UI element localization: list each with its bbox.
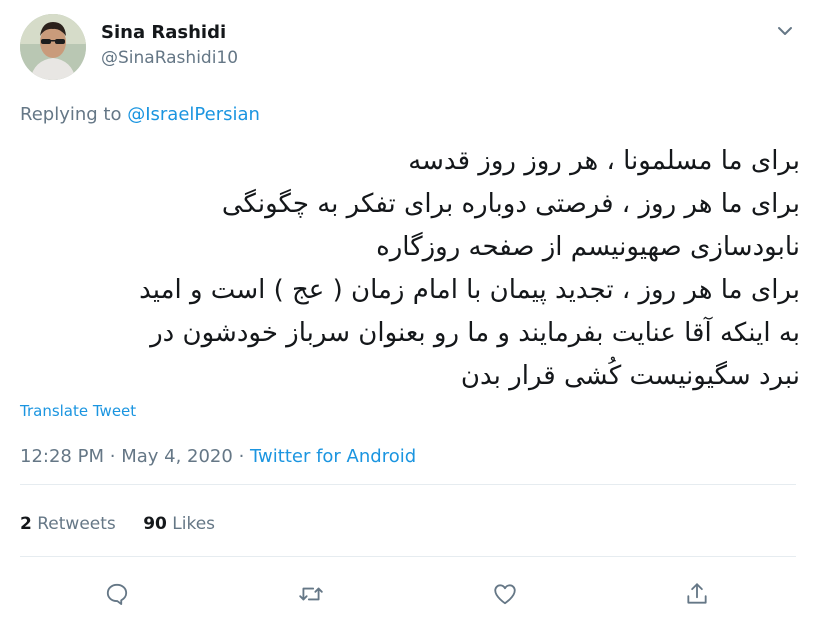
tweet-line: نبرد سگیونیست کُشی قرار بدن — [460, 361, 800, 391]
likes-label: Likes — [172, 514, 216, 534]
tweet-text: برای ما مسلمونا ، هر روز روز قدسه برای م… — [20, 140, 800, 398]
meta-separator: · — [109, 446, 116, 467]
tweet-line: برای ما مسلمونا ، هر روز روز قدسه — [408, 146, 800, 176]
replying-to-label: Replying to — [20, 104, 122, 125]
retweet-icon[interactable] — [295, 578, 327, 610]
divider — [20, 484, 796, 485]
reply-icon[interactable] — [101, 578, 133, 610]
tweet-line: برای ما هر روز ، تجدید پیمان با امام زما… — [139, 275, 800, 305]
reply-target-link[interactable]: @IsraelPersian — [127, 104, 260, 125]
retweets-label: Retweets — [37, 514, 116, 534]
tweet-line: برای ما هر روز ، فرصتی دوباره برای تفکر … — [221, 189, 800, 219]
tweet-line: به اینکه آقا عنایت بفرمایند و ما رو بعنو… — [150, 318, 800, 348]
translate-tweet-link[interactable]: Translate Tweet — [20, 402, 136, 420]
avatar[interactable] — [20, 14, 86, 80]
retweets-stat[interactable]: 2 Retweets — [20, 514, 116, 534]
like-icon[interactable] — [489, 578, 521, 610]
tweet-date[interactable]: May 4, 2020 — [121, 446, 233, 467]
retweets-count: 2 — [20, 514, 32, 534]
tweet-time[interactable]: 12:28 PM — [20, 446, 104, 467]
tweet-card: Sina Rashidi @SinaRashidi10 Replying to … — [0, 0, 816, 624]
tweet-line: نابودسازی صهیونیسم از صفحه روزگاره — [376, 232, 800, 262]
user-handle[interactable]: @SinaRashidi10 — [101, 48, 238, 68]
share-icon[interactable] — [681, 578, 713, 610]
tweet-meta: 12:28 PM · May 4, 2020 · Twitter for And… — [20, 446, 416, 467]
likes-stat[interactable]: 90 Likes — [143, 514, 215, 534]
tweet-stats: 2 Retweets 90 Likes — [20, 514, 237, 534]
tweet-source-link[interactable]: Twitter for Android — [250, 446, 416, 467]
likes-count: 90 — [143, 514, 167, 534]
action-bar — [0, 574, 816, 614]
replying-to: Replying to @IsraelPersian — [20, 104, 260, 125]
chevron-down-icon[interactable] — [776, 22, 794, 40]
meta-separator: · — [238, 446, 245, 467]
display-name[interactable]: Sina Rashidi — [101, 22, 226, 43]
divider — [20, 556, 796, 557]
